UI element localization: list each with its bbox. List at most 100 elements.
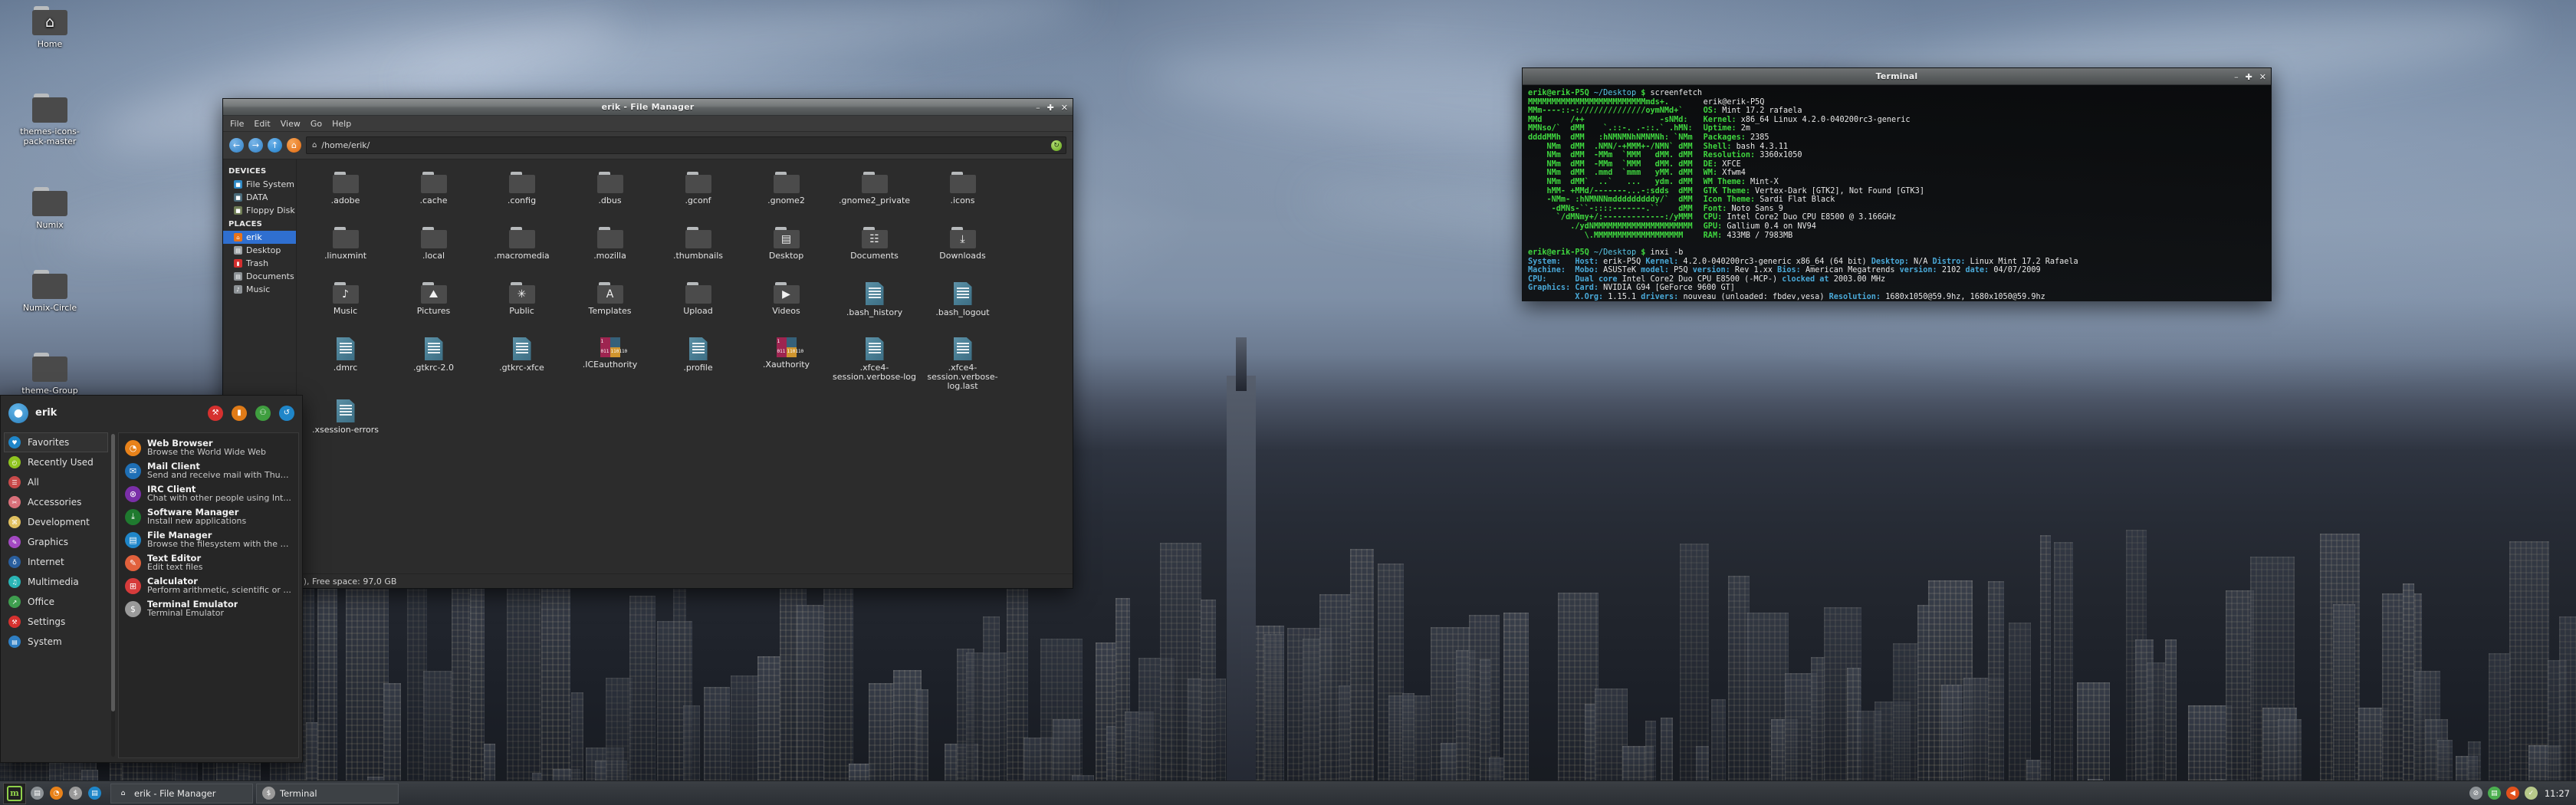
file-item[interactable]: .bash_history bbox=[830, 276, 918, 331]
desktop-icon-theme-group[interactable]: theme-Group bbox=[14, 353, 86, 396]
menu-category-system[interactable]: ▤ System bbox=[4, 632, 108, 652]
file-item[interactable]: ⛰ Pictures bbox=[389, 276, 478, 331]
sidebar-item-floppy-disk[interactable]: ■ Floppy Disk bbox=[223, 204, 296, 217]
menu-help[interactable]: Help bbox=[332, 119, 351, 129]
file-item[interactable]: .bash_logout bbox=[918, 276, 1007, 331]
file-item[interactable]: .macromedia bbox=[478, 221, 566, 276]
sidebar-item-documents[interactable]: ▤ Documents bbox=[223, 270, 296, 283]
window-controls[interactable]: – ✚ ✕ bbox=[1036, 99, 1068, 116]
menu-category-internet[interactable]: ♁ Internet bbox=[4, 552, 108, 572]
terminal-minimize-button[interactable]: – bbox=[2234, 73, 2239, 81]
terminal-window[interactable]: Terminal – ✚ ✕ erik@erik-P5Q ~/Desktop $… bbox=[1522, 67, 2272, 301]
menu-app-calculator[interactable]: ⊞ Calculator Perform arithmetic, scientifi… bbox=[121, 574, 296, 597]
menu-application-list[interactable]: ◔ Web Browser Browse the World Wide Web ✉ Ma… bbox=[118, 432, 299, 758]
menu-app-text-editor[interactable]: ✎ Text Editor Edit text files bbox=[121, 551, 296, 574]
file-item[interactable]: .gtkrc-xfce bbox=[478, 331, 566, 393]
file-item[interactable]: .icons bbox=[918, 166, 1007, 221]
file-item[interactable]: .dmrc bbox=[301, 331, 389, 393]
menu-file[interactable]: File bbox=[230, 119, 244, 129]
file-item[interactable]: .gnome2 bbox=[742, 166, 830, 221]
file-item[interactable]: .xsession-errors bbox=[301, 393, 389, 449]
menu-category-favorites[interactable]: ♥ Favorites bbox=[4, 432, 108, 452]
file-item[interactable]: ▤ Desktop bbox=[742, 221, 830, 276]
launcher-terminal[interactable]: $ bbox=[67, 784, 84, 802]
up-button[interactable]: ↑ bbox=[268, 138, 282, 153]
file-item[interactable]: .xfce4-session.verbose-log bbox=[830, 331, 918, 393]
terminal-output[interactable]: erik@erik-P5Q ~/Desktop $ screenfetch MMM… bbox=[1523, 85, 2271, 301]
file-item[interactable]: .linuxmint bbox=[301, 221, 389, 276]
terminal-maximize-button[interactable]: ✚ bbox=[2246, 73, 2252, 81]
file-item[interactable]: Upload bbox=[654, 276, 742, 331]
taskbar-button[interactable]: ⌂ erik - File Manager bbox=[110, 783, 253, 803]
start-menu-button[interactable]: m bbox=[3, 782, 26, 804]
file-item[interactable]: .mozilla bbox=[566, 221, 654, 276]
launcher-web-browser[interactable]: ◔ bbox=[48, 784, 65, 802]
switch-user-icon[interactable]: ⚇ bbox=[255, 405, 271, 421]
file-item[interactable]: .cache bbox=[389, 166, 478, 221]
menu-app-file-manager[interactable]: ▤ File Manager Browse the filesystem with … bbox=[121, 528, 296, 551]
desktop-icon-numix-circle[interactable]: Numix-Circle bbox=[14, 270, 86, 313]
terminal-close-button[interactable]: ✕ bbox=[2259, 73, 2266, 81]
launcher-show-desktop[interactable]: ▤ bbox=[28, 784, 46, 802]
lock-screen-icon[interactable]: ▮ bbox=[232, 405, 247, 421]
menu-edit[interactable]: Edit bbox=[254, 119, 270, 129]
terminal-window-controls[interactable]: – ✚ ✕ bbox=[2234, 68, 2266, 85]
terminal-titlebar[interactable]: Terminal – ✚ ✕ bbox=[1523, 68, 2271, 85]
application-menu[interactable]: ● erik ⚒ ▮ ⚇ ↺ ♥ Favorites ◴ Recently Used ☰ All… bbox=[0, 395, 303, 763]
path-input[interactable]: /home/erik/ bbox=[321, 140, 370, 150]
menu-app-web-browser[interactable]: ◔ Web Browser Browse the World Wide Web bbox=[121, 436, 296, 459]
security-shield-icon[interactable]: ✓ bbox=[2524, 787, 2538, 800]
file-item[interactable]: ▶ Videos bbox=[742, 276, 830, 331]
file-grid[interactable]: .adobe .cache .config .dbus .gconf .gnome2 .gn… bbox=[297, 159, 1073, 449]
file-item[interactable]: 1 011 110110 .Xauthority bbox=[742, 331, 830, 393]
menu-category-graphics[interactable]: ✎ Graphics bbox=[4, 532, 108, 552]
menu-category-accessories[interactable]: ✂ Accessories bbox=[4, 492, 108, 512]
file-item[interactable]: ♪ Music bbox=[301, 276, 389, 331]
clock[interactable]: 11:27 bbox=[2545, 788, 2573, 799]
file-item[interactable]: .adobe bbox=[301, 166, 389, 221]
sidebar-item-data[interactable]: ■ DATA bbox=[223, 191, 296, 204]
sidebar-item-desktop[interactable]: ▤ Desktop bbox=[223, 244, 296, 257]
home-button[interactable]: ⌂ bbox=[287, 138, 301, 153]
file-manager-window[interactable]: erik - File Manager – ✚ ✕ File Edit View Go… bbox=[222, 98, 1073, 589]
menu-go[interactable]: Go bbox=[310, 119, 322, 129]
menu-view[interactable]: View bbox=[281, 119, 301, 129]
file-item[interactable]: .gnome2_private bbox=[830, 166, 918, 221]
menu-category-development[interactable]: ⌘ Development bbox=[4, 512, 108, 532]
menu-category-recently-used[interactable]: ◴ Recently Used bbox=[4, 452, 108, 472]
launcher-file-manager[interactable]: ▤ bbox=[86, 784, 104, 802]
file-item[interactable]: .local bbox=[389, 221, 478, 276]
file-item[interactable]: .profile bbox=[654, 331, 742, 393]
menu-category-list[interactable]: ♥ Favorites ◴ Recently Used ☰ All ✂ Accessories… bbox=[4, 432, 108, 758]
menu-app-irc-client[interactable]: ⊗ IRC Client Chat with other people using … bbox=[121, 482, 296, 505]
taskbar-window-buttons[interactable]: ⌂ erik - File Manager $ Terminal bbox=[110, 783, 399, 803]
file-item[interactable]: .config bbox=[478, 166, 566, 221]
menu-category-all[interactable]: ☰ All bbox=[4, 472, 108, 492]
network-icon[interactable]: ⊘ bbox=[2469, 787, 2482, 800]
file-item[interactable]: .thumbnails bbox=[654, 221, 742, 276]
volume-icon[interactable]: ◀ bbox=[2505, 787, 2519, 800]
path-bar[interactable]: ⌂ /home/erik/ ↻ bbox=[306, 136, 1066, 154]
file-item[interactable]: .gtkrc-2.0 bbox=[389, 331, 478, 393]
file-item[interactable]: 1 011 110110 .ICEauthority bbox=[566, 331, 654, 393]
system-tray[interactable]: ⊘ ▤ ◀ ✓ bbox=[2469, 787, 2542, 800]
taskbar-launchers[interactable]: ▤ ◔ $ ▤ bbox=[28, 784, 104, 802]
menu-category-office[interactable]: ↗ Office bbox=[4, 592, 108, 612]
sidebar-item-erik[interactable]: ⌂ erik bbox=[223, 231, 296, 244]
file-item[interactable]: ☷ Documents bbox=[830, 221, 918, 276]
menu-app-software-manager[interactable]: ⤓ Software Manager Install new application… bbox=[121, 505, 296, 528]
refresh-icon[interactable]: ↻ bbox=[1051, 140, 1062, 151]
forward-button[interactable]: → bbox=[248, 138, 263, 153]
file-item[interactable]: .dbus bbox=[566, 166, 654, 221]
file-item[interactable]: A Templates bbox=[566, 276, 654, 331]
file-manager-menubar[interactable]: File Edit View Go Help bbox=[223, 116, 1073, 132]
file-item[interactable]: .gconf bbox=[654, 166, 742, 221]
file-item[interactable]: ⤓ Downloads bbox=[918, 221, 1007, 276]
settings-manager-icon[interactable]: ⚒ bbox=[208, 405, 223, 421]
file-manager-titlebar[interactable]: erik - File Manager – ✚ ✕ bbox=[223, 99, 1073, 116]
file-item[interactable]: ✳ Public bbox=[478, 276, 566, 331]
log-out-icon[interactable]: ↺ bbox=[279, 405, 294, 421]
back-button[interactable]: ← bbox=[229, 138, 244, 153]
sidebar-item-file-system[interactable]: ■ File System bbox=[223, 178, 296, 191]
sidebar-item-trash[interactable]: ▮ Trash bbox=[223, 257, 296, 270]
